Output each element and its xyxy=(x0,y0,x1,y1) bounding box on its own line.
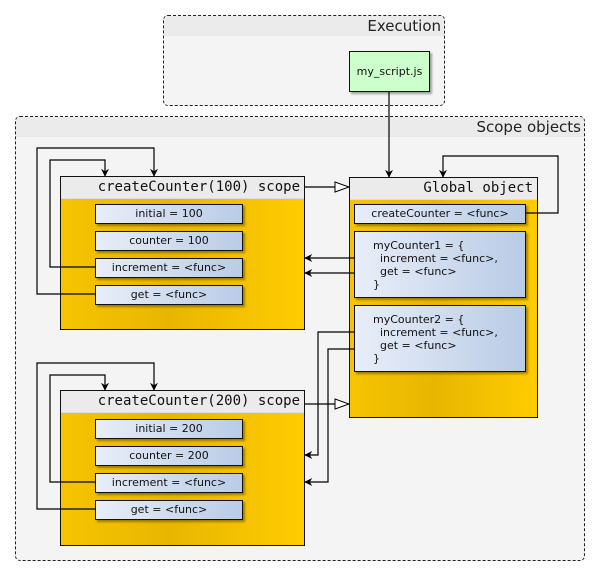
execution-frame-title: Execution xyxy=(367,17,441,35)
var-my-counter-2: myCounter2 = { increment = <func>, get =… xyxy=(354,305,526,372)
create-counter-200-scope: createCounter(200) scope xyxy=(60,390,305,546)
create-counter-100-scope: createCounter(100) scope xyxy=(60,176,305,330)
var-counter: counter = 100 xyxy=(95,231,243,251)
var-counter: counter = 200 xyxy=(95,446,243,466)
scope-objects-frame-title: Scope objects xyxy=(476,118,581,136)
scope-header: createCounter(100) scope xyxy=(61,177,304,199)
var-create-counter: createCounter = <func> xyxy=(354,204,526,224)
scope-header: createCounter(200) scope xyxy=(61,391,304,413)
var-get: get = <func> xyxy=(95,500,243,520)
execution-frame-header: Execution xyxy=(164,16,444,36)
var-get: get = <func> xyxy=(95,285,243,305)
scope-title: createCounter(200) scope xyxy=(97,393,300,409)
scope-title: Global object xyxy=(423,180,533,196)
scope-title: createCounter(100) scope xyxy=(97,179,300,195)
scope-header: Global object xyxy=(350,178,537,200)
var-increment: increment = <func> xyxy=(95,258,243,278)
scope-objects-frame-header: Scope objects xyxy=(16,117,584,137)
var-increment: increment = <func> xyxy=(95,473,243,493)
script-box: my_script.js xyxy=(349,51,430,92)
var-initial: initial = 200 xyxy=(95,419,243,439)
var-initial: initial = 100 xyxy=(95,204,243,224)
var-my-counter-1: myCounter1 = { increment = <func>, get =… xyxy=(354,231,526,298)
